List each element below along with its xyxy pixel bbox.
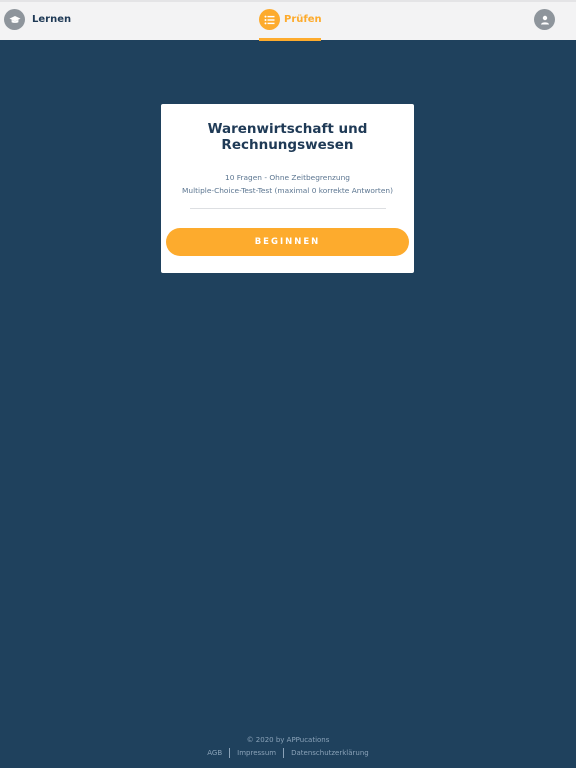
footer-link-datenschutz[interactable]: Datenschutzerklärung	[284, 749, 376, 757]
nav-item-pruefen[interactable]: Prüfen	[259, 9, 322, 40]
footer: © 2020 by APPucations AGB Impressum Datens…	[0, 735, 576, 758]
nav-label-lernen: Lernen	[32, 14, 72, 25]
card-divider	[189, 208, 386, 209]
exam-question-info: 10 Fragen - Ohne Zeitbegrenzung	[225, 173, 350, 182]
list-icon	[259, 9, 280, 30]
footer-link-impressum[interactable]: Impressum	[230, 749, 283, 757]
footer-link-agb[interactable]: AGB	[200, 749, 229, 757]
exam-card: Warenwirtschaft und Rechnungswesen 10 Fr…	[161, 104, 414, 273]
profile-button[interactable]	[534, 9, 555, 30]
graduation-cap-icon	[4, 9, 25, 30]
exam-description: 10 Fragen - Ohne Zeitbegrenzung Multiple…	[161, 172, 414, 197]
exam-type-info: Multiple-Choice-Test-Test (maximal 0 kor…	[182, 185, 393, 195]
nav-label-pruefen: Prüfen	[284, 14, 322, 25]
nav-item-lernen[interactable]: Lernen	[4, 9, 71, 30]
copyright-text: © 2020 by APPucations	[246, 736, 330, 744]
start-exam-button[interactable]: BEGINNEN	[166, 228, 409, 256]
exam-title: Warenwirtschaft und Rechnungswesen	[207, 121, 368, 153]
active-tab-indicator	[259, 38, 321, 41]
top-nav-bar: Lernen Prüfen	[0, 0, 576, 41]
footer-links: AGB Impressum Datenschutzerklärung	[0, 748, 576, 758]
user-icon	[534, 9, 555, 30]
